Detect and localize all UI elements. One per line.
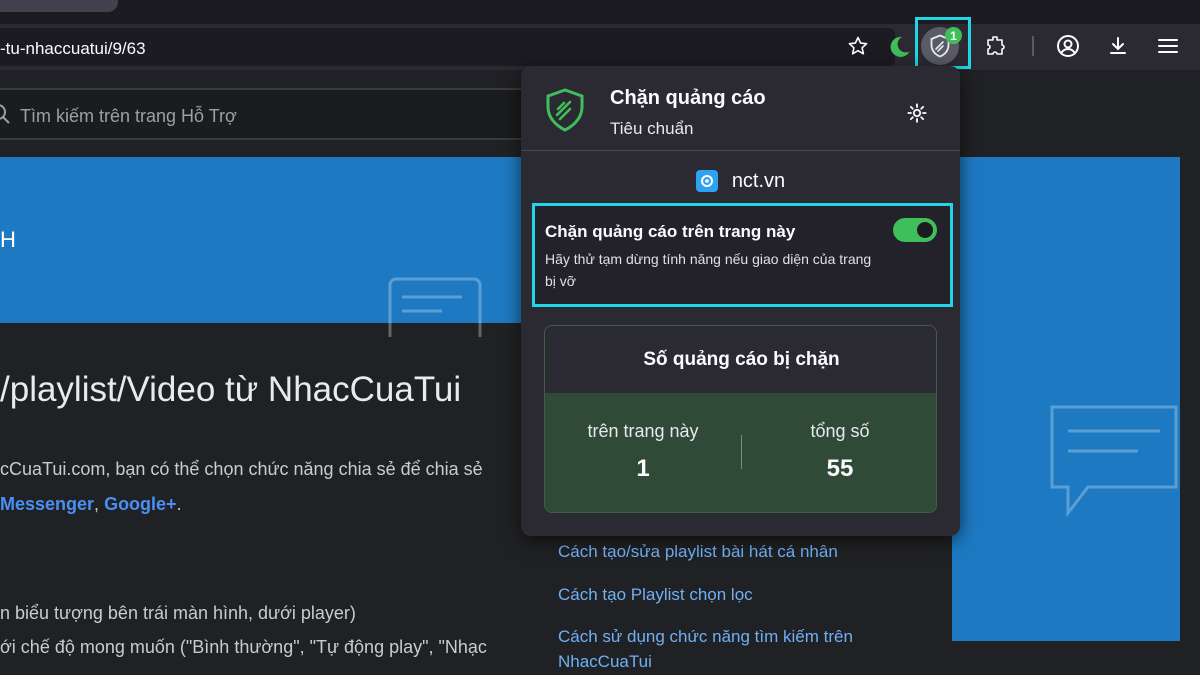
search-placeholder: Tìm kiếm trên trang Hỗ Trợ [20, 106, 237, 126]
block-toggle-switch[interactable] [893, 218, 937, 242]
chat-bubble-decoration-icon [1050, 405, 1178, 518]
share-links: Messenger, Google+. [0, 494, 182, 515]
stat-page-label: trên trang này [587, 421, 699, 441]
site-domain: nct.vn [731, 169, 786, 192]
popup-header: Chặn quảng cáo Tiêu chuẩn [521, 66, 960, 150]
sidebar-link-search-feature-cont[interactable]: NhacCuaTui [558, 652, 652, 672]
site-row: nct.vn [521, 168, 960, 194]
sidebar-link-curated-playlist[interactable]: Cách tạo Playlist chọn lọc [558, 585, 753, 605]
shield-logo-icon [546, 88, 584, 132]
url-bar[interactable]: -tu-nhaccuatui/9/63 [0, 28, 895, 66]
article-title: /playlist/Video từ NhacCuaTui [0, 370, 462, 409]
stat-page-value: 1 [636, 455, 650, 482]
article-instruction-1: n biểu tượng bên trái màn hình, dưới pla… [0, 603, 356, 623]
googleplus-link[interactable]: Google+ [104, 494, 177, 514]
side-banner [952, 323, 1180, 641]
toggle-description: Hãy thử tạm dừng tính năng nếu giao diện… [545, 251, 872, 289]
banner-text: H [0, 227, 16, 252]
sidebar-link-edit-playlist[interactable]: Cách tạo/sửa playlist bài hát cá nhân [558, 542, 838, 562]
link-end: . [176, 494, 182, 514]
stat-this-page: trên trang này 1 [545, 393, 741, 512]
url-text: -tu-nhaccuatui/9/63 [0, 39, 146, 58]
document-decoration-icon [388, 277, 482, 337]
article-instruction-2: ới chế độ mong muốn ("Bình thường", "Tự … [0, 637, 487, 657]
extensions-puzzle-icon[interactable] [984, 34, 1008, 58]
site-favicon-icon [695, 170, 718, 192]
article-paragraph: cCuaTui.com, bạn có thể chọn chức năng c… [0, 459, 483, 479]
toggle-knob [917, 222, 933, 238]
search-icon [0, 104, 12, 131]
bookmark-star-icon[interactable] [848, 36, 868, 56]
toolbar-separator [1032, 36, 1034, 56]
tab-strip [0, 0, 1200, 24]
popup-divider [521, 150, 960, 151]
gear-icon[interactable] [906, 102, 928, 124]
toggle-title: Chặn quảng cáo trên trang này [545, 222, 796, 241]
download-icon[interactable] [1106, 34, 1130, 58]
adblock-popup: Chặn quảng cáo Tiêu chuẩn nct.vn Chặn qu… [521, 66, 960, 536]
popup-title: Chặn quảng cáo [610, 87, 766, 109]
browser-tab[interactable] [0, 0, 118, 12]
stat-total-value: 55 [826, 455, 854, 482]
account-icon[interactable] [1056, 34, 1080, 58]
popup-subtitle: Tiêu chuẩn [610, 119, 694, 138]
stats-title: Số quảng cáo bị chặn [545, 326, 936, 393]
site-search-input[interactable]: Tìm kiếm trên trang Hỗ Trợ [0, 88, 530, 140]
dark-mode-moon-icon[interactable] [887, 35, 911, 59]
extension-badge: 1 [945, 27, 962, 44]
blocked-stats-card: Số quảng cáo bị chặn trên trang này 1 tổ… [544, 325, 937, 513]
sidebar-link-search-feature[interactable]: Cách sử dụng chức năng tìm kiếm trên [558, 627, 853, 647]
browser-toolbar: -tu-nhaccuatui/9/63 [0, 24, 1200, 70]
stats-body: trên trang này 1 tổng số 55 [545, 393, 936, 512]
site-block-toggle-row: Chặn quảng cáo trên trang này Hãy thử tạ… [532, 203, 953, 307]
stat-total: tổng số 55 [742, 393, 936, 512]
messenger-link[interactable]: Messenger [0, 494, 94, 514]
link-separator: , [94, 494, 105, 514]
stat-total-label: tổng số [810, 421, 870, 441]
menu-hamburger-icon[interactable] [1156, 34, 1180, 58]
